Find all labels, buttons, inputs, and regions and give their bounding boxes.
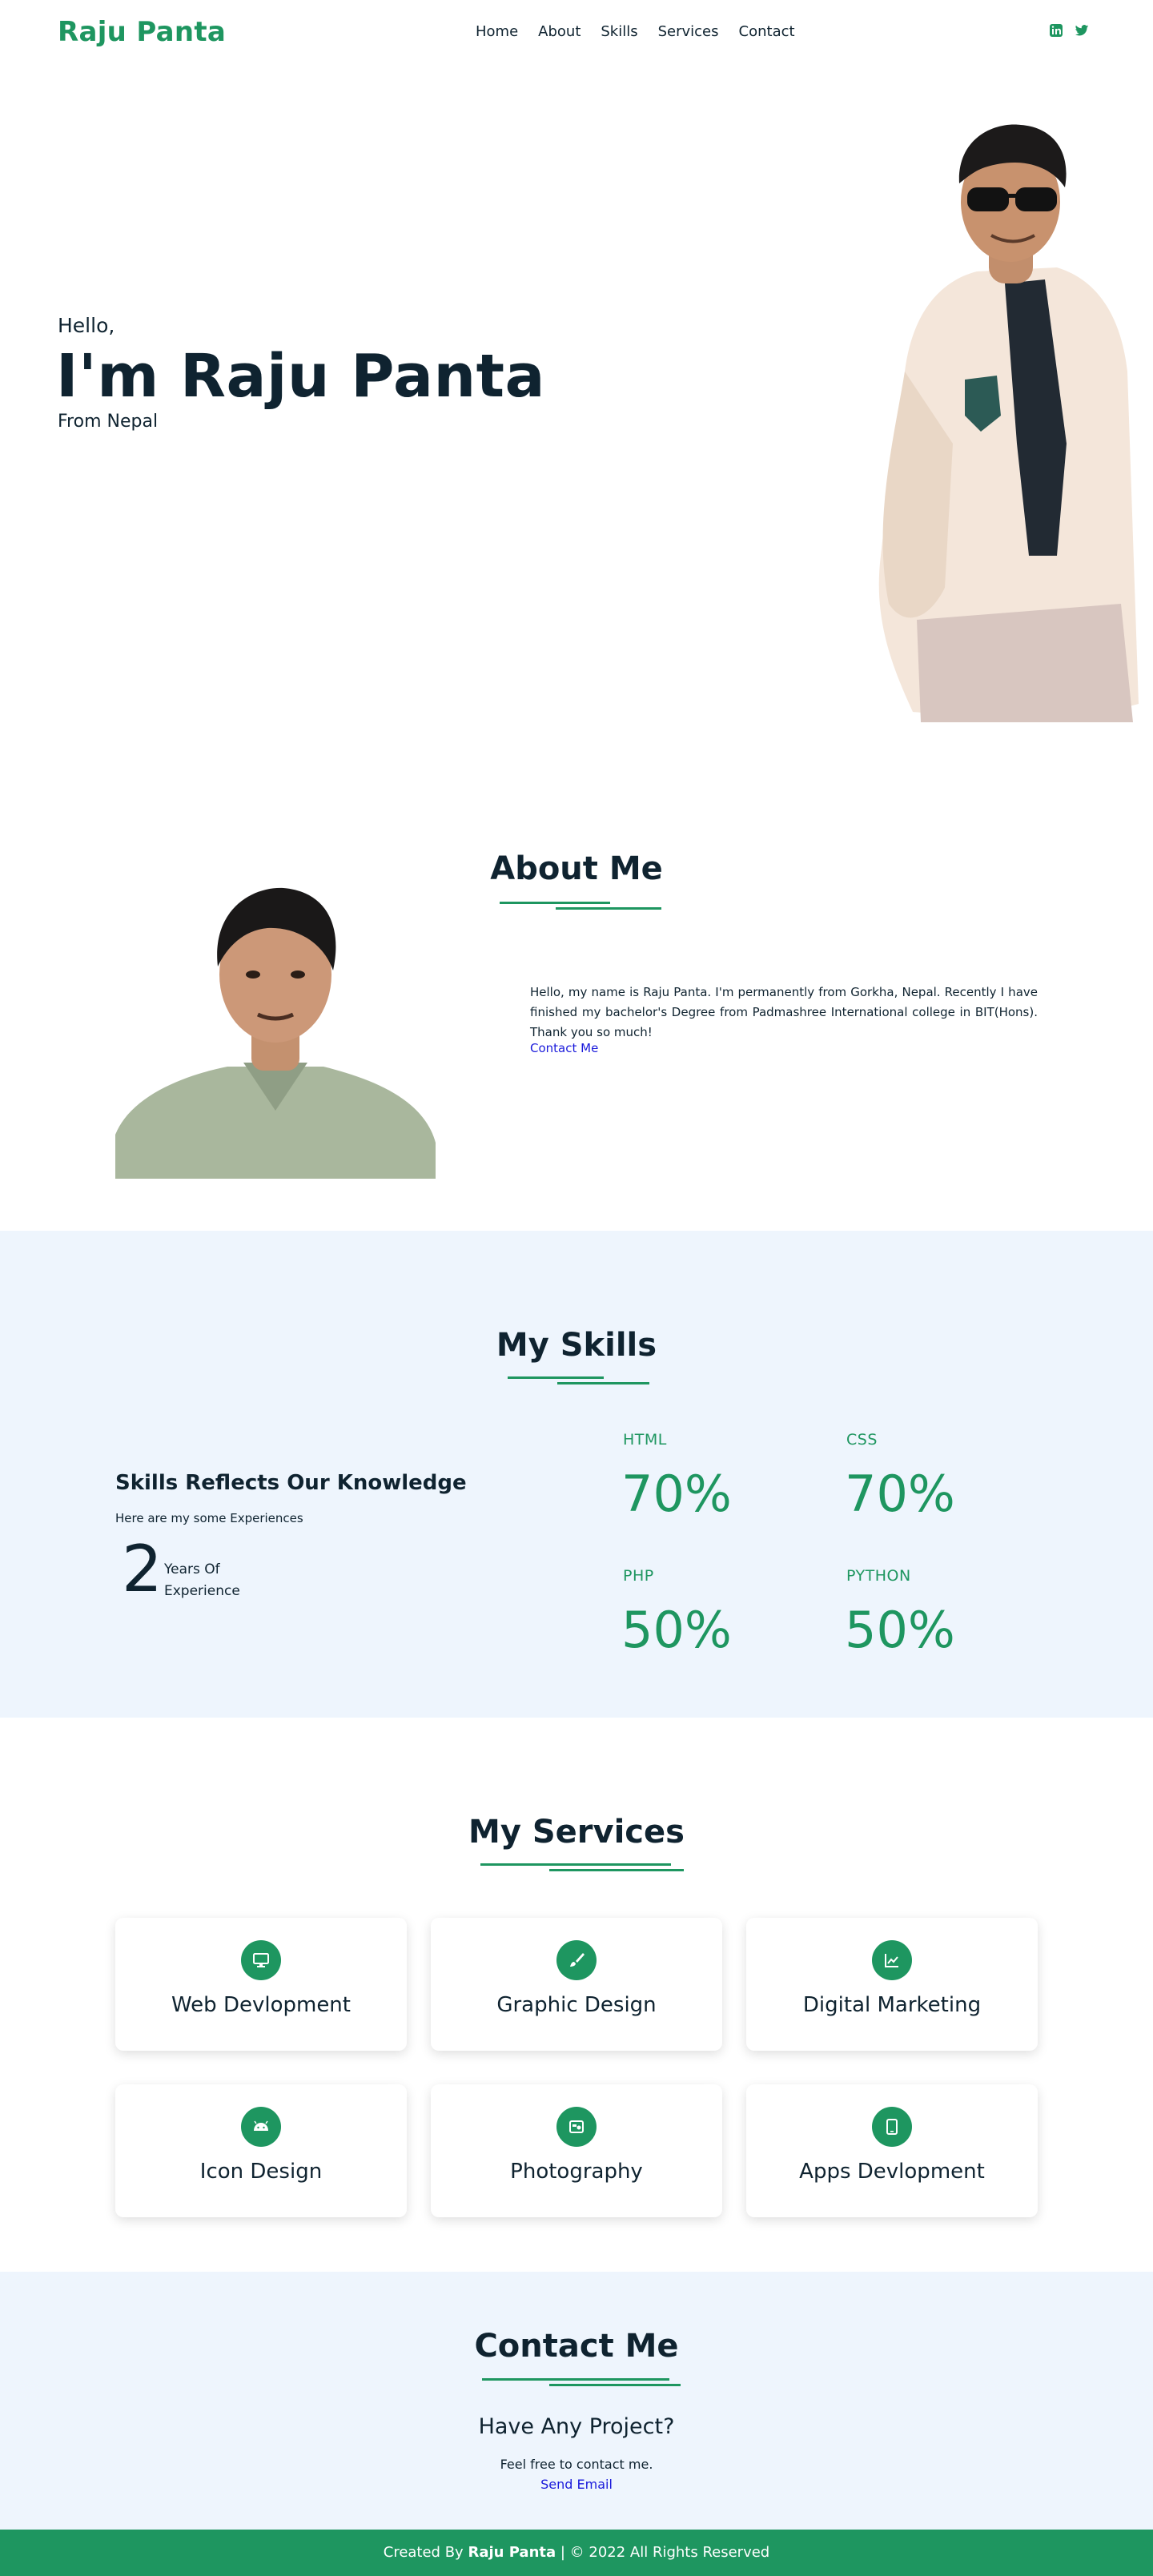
contact-me-link[interactable]: Contact Me xyxy=(530,1041,598,1055)
nav-contact[interactable]: Contact xyxy=(739,23,795,40)
service-label: Web Devlopment xyxy=(171,1993,351,2017)
services-title: My Services xyxy=(468,1814,685,1851)
skill-name-python: PYTHON xyxy=(846,1567,911,1585)
footer-name: Raju Panta xyxy=(468,2544,556,2561)
hero-name: I'm Raju Panta xyxy=(56,342,545,411)
service-label: Apps Devlopment xyxy=(799,2160,985,2184)
service-card-graphic[interactable]: Graphic Design xyxy=(431,1918,722,2051)
skill-name-html: HTML xyxy=(623,1431,667,1449)
skills-heading: Skills Reflects Our Knowledge xyxy=(115,1471,467,1495)
social-links xyxy=(1049,23,1089,38)
skill-name-php: PHP xyxy=(623,1567,654,1585)
service-card-photography[interactable]: Photography xyxy=(431,2084,722,2217)
hero-origin: From Nepal xyxy=(58,412,159,432)
monitor-icon xyxy=(241,1940,281,1980)
contact-text: Feel free to contact me. xyxy=(500,2457,653,2472)
about-section: About Me Hello, my name is Raju Panta. I… xyxy=(0,722,1153,1231)
nav-home[interactable]: Home xyxy=(476,23,518,40)
service-label: Photography xyxy=(510,2160,643,2184)
service-card-apps[interactable]: Apps Devlopment xyxy=(746,2084,1038,2217)
skills-title: My Skills xyxy=(496,1327,657,1364)
title-underline xyxy=(557,1382,649,1384)
nav-about[interactable]: About xyxy=(538,23,581,40)
service-card-web[interactable]: Web Devlopment xyxy=(115,1918,407,2051)
footer-suffix: | © 2022 All Rights Reserved xyxy=(560,2544,770,2561)
hero-section: Hello, I'm Raju Panta From Nepal xyxy=(0,66,1153,722)
title-underline xyxy=(482,2378,669,2381)
photo-icon xyxy=(556,2107,597,2147)
years-label-line2: Experience xyxy=(164,1583,240,1599)
nav-skills[interactable]: Skills xyxy=(601,23,637,40)
twitter-icon[interactable] xyxy=(1075,23,1089,38)
chart-icon xyxy=(872,1940,912,1980)
linkedin-icon[interactable] xyxy=(1049,23,1063,38)
service-label: Digital Marketing xyxy=(802,1993,982,2017)
service-label: Graphic Design xyxy=(496,1993,657,2017)
about-description: Hello, my name is Raju Panta. I'm perman… xyxy=(530,985,1038,1039)
title-underline xyxy=(500,902,610,904)
skills-section: My Skills Skills Reflects Our Knowledge … xyxy=(0,1231,1153,1718)
footer: Created By Raju Panta | © 2022 All Right… xyxy=(0,2530,1153,2576)
years-number: 2 xyxy=(122,1532,163,1606)
contact-section: Contact Me Have Any Project? Feel free t… xyxy=(0,2272,1153,2530)
about-portrait-image xyxy=(115,878,436,1179)
title-underline xyxy=(549,1869,684,1871)
service-card-marketing[interactable]: Digital Marketing xyxy=(746,1918,1038,2051)
services-section: My Services Web Devlopment Graphic Desig… xyxy=(0,1718,1153,2272)
main-menu: Home About Skills Services Contact xyxy=(476,23,795,40)
top-nav: Raju Panta Home About Skills Services Co… xyxy=(0,0,1153,66)
title-underline xyxy=(508,1376,604,1379)
service-label: Icon Design xyxy=(199,2160,323,2184)
service-card-icon-design[interactable]: Icon Design xyxy=(115,2084,407,2217)
years-label-line1: Years Of xyxy=(164,1561,220,1577)
tablet-icon xyxy=(872,2107,912,2147)
android-icon xyxy=(241,2107,281,2147)
skill-value-html: 70% xyxy=(621,1465,732,1523)
hero-portrait-image xyxy=(878,124,1139,722)
skill-value-php: 50% xyxy=(621,1601,732,1659)
hero-greeting: Hello, xyxy=(58,314,115,337)
contact-title: Contact Me xyxy=(474,2328,679,2365)
skills-subheading: Here are my some Experiences xyxy=(115,1511,303,1525)
send-email-link[interactable]: Send Email xyxy=(0,2477,1153,2492)
years-label: Years Of Experience xyxy=(164,1559,240,1602)
contact-subtitle: Have Any Project? xyxy=(478,2414,675,2439)
skill-value-css: 70% xyxy=(845,1465,955,1523)
site-logo[interactable]: Raju Panta xyxy=(58,16,226,48)
skill-value-python: 50% xyxy=(845,1601,955,1659)
paintbrush-icon xyxy=(556,1940,597,1980)
title-underline xyxy=(549,2384,681,2386)
nav-services[interactable]: Services xyxy=(658,23,719,40)
title-underline xyxy=(556,907,661,910)
skill-name-css: CSS xyxy=(846,1431,878,1449)
title-underline xyxy=(480,1863,671,1866)
footer-prefix: Created By xyxy=(383,2544,464,2561)
